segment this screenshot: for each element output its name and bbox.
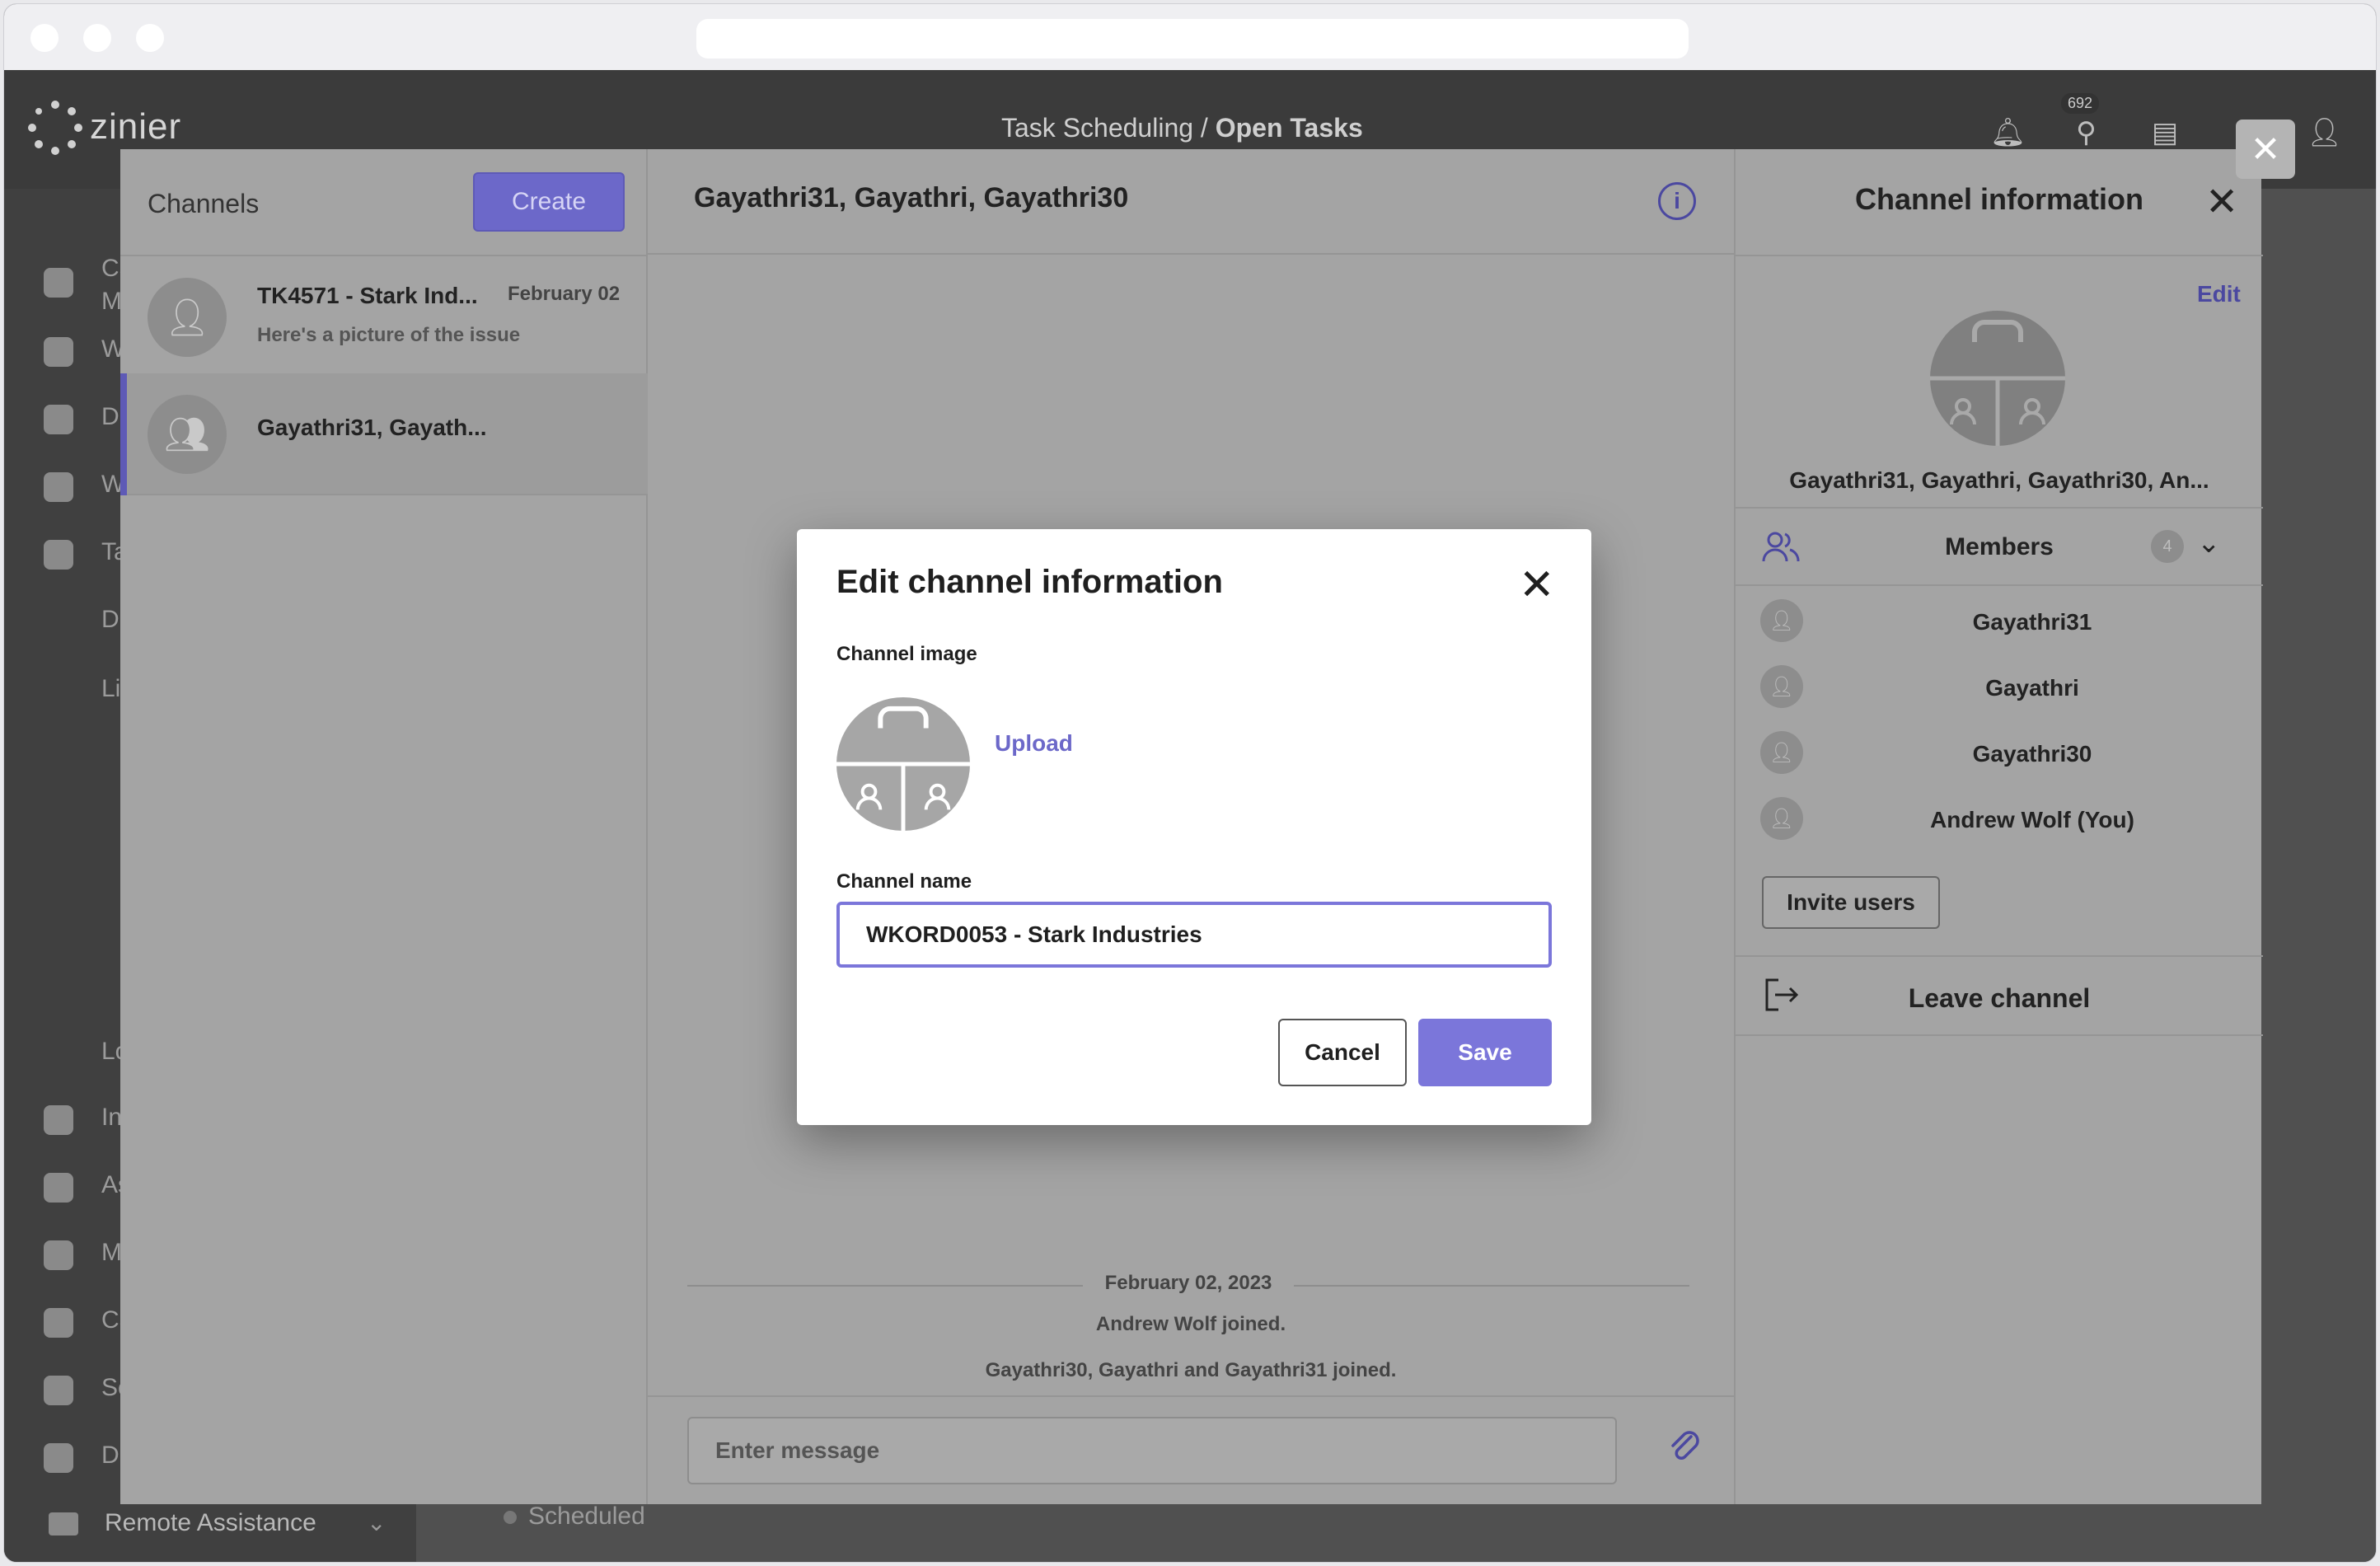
sidebar-icon-7 <box>44 1173 73 1203</box>
paperclip-icon[interactable] <box>1666 1425 1699 1470</box>
sidebar-icon-11 <box>44 1443 73 1473</box>
sidebar-icon-6 <box>44 1105 73 1135</box>
edit-link[interactable]: Edit <box>2197 281 2241 307</box>
edit-channel-modal: Edit channel information ✕ Channel image… <box>797 529 1591 1125</box>
status-dot <box>504 1511 517 1524</box>
channel-image-label: Channel image <box>836 643 977 665</box>
sidebar-icon-5 <box>44 540 73 570</box>
sidebar-item-11[interactable]: D <box>101 1442 119 1470</box>
members-header[interactable]: Members 4 ⌄ <box>1736 509 2263 586</box>
members-count-badge: 4 <box>2151 530 2184 563</box>
chevron-down-icon[interactable]: ⌄ <box>2197 527 2221 560</box>
channel-name: Gayathri31, Gayath... <box>257 415 487 440</box>
channel-members-names: Gayathri31, Gayathri, Gayathri30, An... <box>1789 467 2209 493</box>
divider <box>1736 255 2263 256</box>
channel-item-1[interactable]: 👤︎ TK4571 - Stark Ind... February 02 Her… <box>120 256 648 378</box>
bell-icon[interactable]: 🔔︎ <box>1990 116 2026 149</box>
members-label: Members <box>1945 533 2054 560</box>
paperclip-icon-svg <box>1671 1431 1699 1460</box>
member-item[interactable]: 👤︎ Gayathri <box>1736 654 2263 720</box>
sidebar-item-8[interactable]: M <box>101 1239 122 1267</box>
sidebar-icon-10 <box>44 1376 73 1405</box>
window-close-dot[interactable] <box>30 24 59 52</box>
conversation-header: Gayathri31, Gayathri, Gayathri30 i <box>648 149 1734 255</box>
cancel-button[interactable]: Cancel <box>1278 1019 1407 1086</box>
sidebar-item-remote-assistance[interactable]: Remote Assistance <box>105 1509 316 1537</box>
breadcrumb-parent[interactable]: Task Scheduling / <box>1001 113 1208 143</box>
member-item[interactable]: 👤︎ Gayathri31 <box>1736 588 2263 654</box>
member-item[interactable]: 👤︎ Gayathri30 <box>1736 720 2263 785</box>
chevron-down-icon[interactable]: ⌄ <box>367 1509 386 1536</box>
close-icon[interactable]: ✕ <box>1519 560 1555 610</box>
save-button[interactable]: Save <box>1418 1019 1552 1086</box>
upload-link[interactable]: Upload <box>995 730 1073 757</box>
divider <box>648 1395 1734 1397</box>
create-channel-button[interactable]: Create <box>473 172 625 232</box>
close-panel-button[interactable]: ✕ <box>2236 120 2295 179</box>
member-name: Andrew Wolf (You) <box>1930 807 2134 832</box>
app-logo-text: zinier <box>90 106 182 147</box>
zinier-logo-icon <box>28 101 82 155</box>
channels-list: Channels Create 👤︎ TK4571 - Stark Ind...… <box>120 149 648 1504</box>
invite-users-button[interactable]: Invite users <box>1762 876 1940 929</box>
sidebar-icon-3 <box>44 405 73 434</box>
browser-toolbar <box>4 4 2376 70</box>
leave-channel-label: Leave channel <box>1908 983 2091 1013</box>
status-scheduled: Scheduled <box>528 1503 645 1530</box>
location-pin-icon[interactable]: ⚲ <box>2076 116 2097 149</box>
sidebar-icon-2 <box>44 337 73 367</box>
sidebar-icon-1 <box>44 268 73 298</box>
sidebar-item-6[interactable]: In <box>101 1104 122 1132</box>
channel-preview: Here's a picture of the issue <box>257 324 521 346</box>
video-camera-icon <box>49 1512 78 1536</box>
group-channel-avatar-icon <box>1930 311 2065 446</box>
group-avatar-icon: 👥︎ <box>148 395 227 474</box>
channel-info-panel: Channel information ✕ Edit Gayathri31, G… <box>1734 149 2263 1504</box>
system-message: Andrew Wolf joined. <box>1095 1313 1286 1335</box>
sidebar-subitem-1[interactable]: D <box>101 606 119 634</box>
channel-date: February 02 <box>508 283 621 305</box>
leave-channel-button[interactable]: Leave channel <box>1736 957 2263 1036</box>
conversation-title: Gayathri31, Gayathri, Gayathri30 <box>694 182 1129 213</box>
group-channel-avatar-icon <box>836 697 970 831</box>
member-name: Gayathri31 <box>1972 609 2092 635</box>
channel-name-label: Channel name <box>836 870 972 893</box>
sidebar-icon-4 <box>44 472 73 502</box>
info-icon[interactable]: i <box>1658 182 1696 220</box>
channels-title: Channels <box>148 189 260 218</box>
sidebar-icon-9 <box>44 1308 73 1338</box>
channel-item-2[interactable]: 👥︎ Gayathri31, Gayath... <box>120 373 648 495</box>
channel-name-input[interactable] <box>836 902 1552 968</box>
chat-icon[interactable]: ▤ <box>2152 116 2178 149</box>
member-name: Gayathri <box>1985 675 2079 701</box>
browser-window: zinier Task Scheduling / Open Tasks 🔔︎ 6… <box>3 3 2377 1563</box>
breadcrumb-current: Open Tasks <box>1215 113 1363 143</box>
member-name: Gayathri30 <box>1972 741 2092 767</box>
member-item[interactable]: 👤︎ Andrew Wolf (You) <box>1736 785 2263 851</box>
channel-info-title: Channel information <box>1855 182 2143 216</box>
message-input[interactable]: Enter message <box>687 1417 1617 1484</box>
notification-badge: 692 <box>2061 93 2100 114</box>
date-separator-text: February 02, 2023 <box>1104 1272 1272 1294</box>
date-separator: February 02, 2023 <box>687 1268 1689 1301</box>
sidebar-subitem-2[interactable]: Li <box>101 675 120 703</box>
system-message: Gayathri30, Gayathri and Gayathri31 join… <box>985 1359 1397 1381</box>
url-bar[interactable] <box>696 19 1689 59</box>
sidebar-item-1b[interactable]: M <box>101 288 122 316</box>
modal-title: Edit channel information <box>836 564 1223 600</box>
sidebar-icon-8 <box>44 1240 73 1270</box>
user-profile-icon[interactable]: 👤︎ <box>2307 116 2342 149</box>
breadcrumb: Task Scheduling / Open Tasks <box>1001 113 1363 143</box>
selection-indicator <box>120 373 127 495</box>
window-maximize-dot[interactable] <box>136 24 164 52</box>
window-minimize-dot[interactable] <box>83 24 111 52</box>
close-icon[interactable]: ✕ <box>2205 179 2238 225</box>
person-avatar-icon: 👤︎ <box>148 278 227 357</box>
sidebar-item-3[interactable]: D <box>101 403 119 431</box>
channel-name: TK4571 - Stark Ind... <box>257 283 478 308</box>
